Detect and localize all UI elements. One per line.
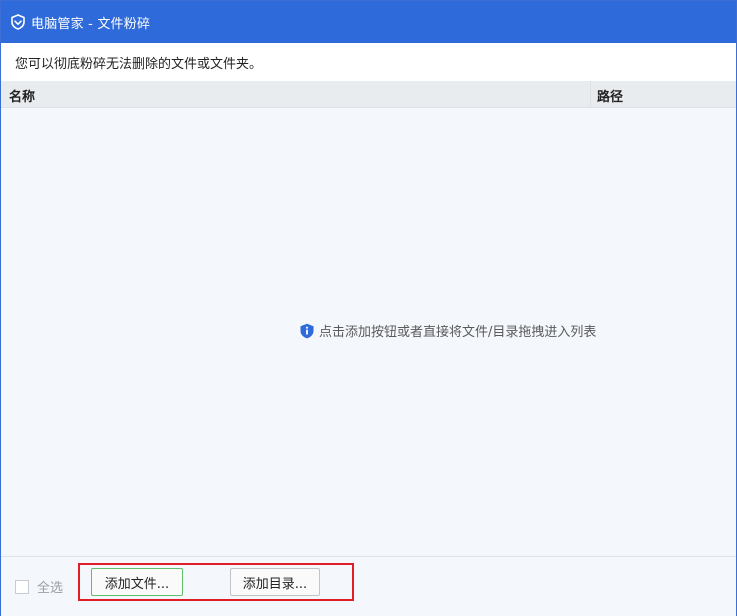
column-header-name[interactable]: 名称	[9, 86, 35, 105]
shield-info-icon	[300, 323, 314, 338]
column-header-path[interactable]: 路径	[597, 86, 623, 105]
select-all[interactable]: 全选	[15, 577, 63, 596]
title-bar: 电脑管家 - 文件粉碎	[1, 1, 736, 43]
window-title: 电脑管家 - 文件粉碎	[31, 16, 151, 32]
footer-bar: 全选 添加文件... 添加目录...	[1, 556, 736, 616]
description-text: 您可以彻底粉碎无法删除的文件或文件夹。	[15, 56, 263, 72]
list-header: 名称 路径	[1, 81, 736, 108]
file-shredder-window: 电脑管家 - 文件粉碎 您可以彻底粉碎无法删除的文件或文件夹。 名称 路径 点击…	[0, 0, 737, 616]
add-directory-button[interactable]: 添加目录...	[230, 568, 320, 596]
file-list-area[interactable]: 点击添加按钮或者直接将文件/目录拖拽进入列表	[1, 108, 736, 555]
empty-list-hint-text: 点击添加按钮或者直接将文件/目录拖拽进入列表	[319, 325, 597, 340]
select-all-checkbox[interactable]	[15, 579, 29, 594]
select-all-label: 全选	[37, 581, 64, 596]
add-file-button[interactable]: 添加文件...	[91, 568, 183, 596]
shield-logo-icon	[11, 14, 25, 30]
description-bar: 您可以彻底粉碎无法删除的文件或文件夹。	[1, 43, 736, 81]
empty-list-hint: 点击添加按钮或者直接将文件/目录拖拽进入列表	[299, 321, 596, 340]
column-divider[interactable]	[590, 81, 591, 107]
